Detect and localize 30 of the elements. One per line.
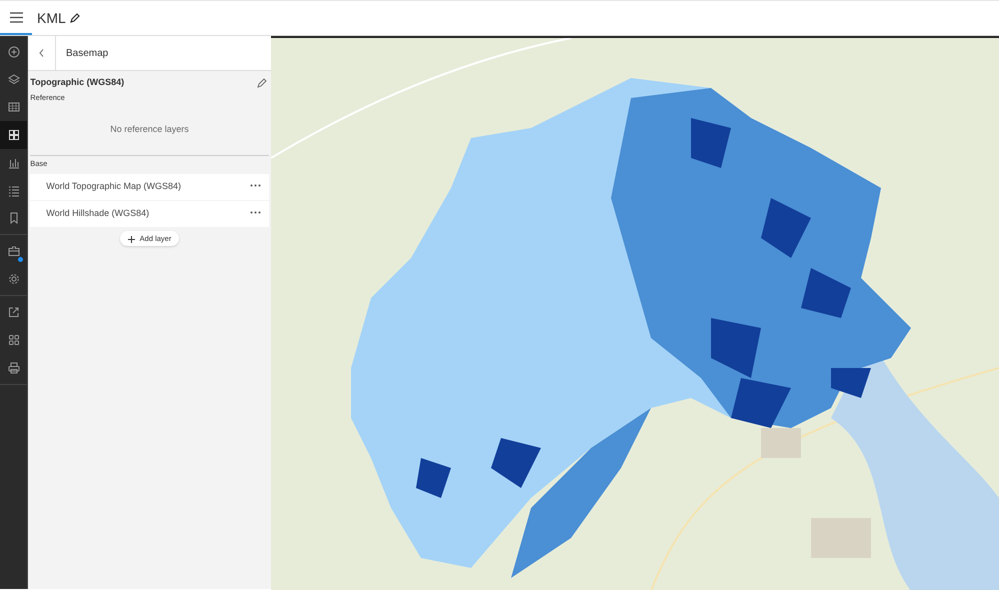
- grid-icon: [8, 129, 20, 142]
- ellipsis-icon: [250, 184, 261, 188]
- layer-name: World Topographic Map (WGS84): [46, 180, 181, 193]
- pencil-icon: [70, 13, 80, 23]
- basemap-name: Topographic (WGS84): [30, 76, 124, 89]
- layers-icon: [8, 74, 20, 86]
- bookmark-icon: [8, 212, 20, 224]
- empty-message: No reference layers: [109, 123, 190, 136]
- chevron-left-icon: [39, 49, 44, 57]
- ellipsis-icon: [250, 211, 261, 214]
- bar-chart-icon: [8, 156, 20, 169]
- briefcase-icon: [8, 245, 20, 258]
- printer-icon: [8, 362, 20, 374]
- list-icon: [8, 184, 20, 197]
- menu-icon: [10, 12, 22, 22]
- app-title: KML: [37, 8, 66, 28]
- add-icon: [8, 46, 20, 58]
- pencil-icon: [256, 78, 266, 88]
- panel-title: Basemap: [65, 46, 108, 60]
- layer-item[interactable]: World Hillshade (WGS84): [30, 200, 269, 226]
- gear-icon: [8, 273, 20, 286]
- share-icon: [8, 306, 20, 318]
- edit-basemap-button[interactable]: [256, 78, 266, 88]
- table-icon: [8, 101, 20, 114]
- layer-name: World Hillshade (WGS84): [46, 206, 150, 220]
- edit-title-button[interactable]: [70, 13, 80, 23]
- layer-item[interactable]: World Topographic Map (WGS84): [30, 174, 269, 200]
- plus-icon: [128, 236, 135, 243]
- grid-icon: [8, 334, 20, 346]
- toolbar-button[interactable]: [0, 121, 27, 149]
